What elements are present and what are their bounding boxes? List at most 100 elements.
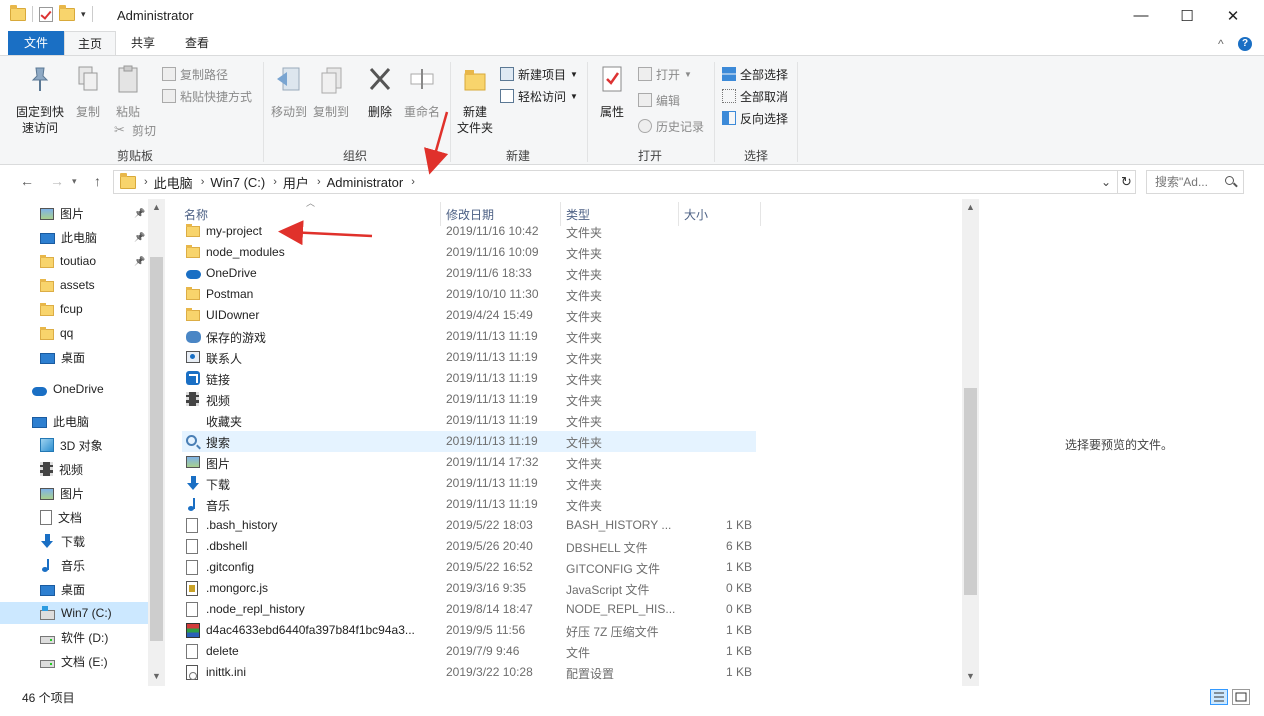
easy-access-button[interactable]: 轻松访问 ▼ bbox=[500, 86, 578, 106]
file-row[interactable]: 链接 2019/11/13 11:19 文件夹 bbox=[182, 368, 756, 389]
nav-pane-scrollbar[interactable]: ▲ ▼ bbox=[148, 199, 165, 686]
nav-item[interactable]: qq bbox=[0, 322, 148, 344]
scroll-down-icon[interactable]: ▼ bbox=[962, 671, 979, 681]
select-none-button[interactable]: 全部取消 bbox=[722, 86, 788, 106]
file-row[interactable]: Postman 2019/10/10 11:30 文件夹 bbox=[182, 284, 756, 305]
properties-icon[interactable] bbox=[39, 6, 53, 22]
maximize-button[interactable]: ☐ bbox=[1164, 0, 1210, 31]
details-view-button[interactable] bbox=[1210, 689, 1228, 705]
breadcrumb-separator[interactable]: › bbox=[317, 176, 321, 188]
pin-quick-access-button[interactable]: 固定到快 速访问 bbox=[12, 64, 68, 136]
breadcrumb-c-drive[interactable]: Win7 (C:) bbox=[210, 175, 265, 190]
scrollbar-thumb[interactable] bbox=[150, 257, 163, 641]
file-row[interactable]: 音乐 2019/11/13 11:19 文件夹 bbox=[182, 494, 756, 515]
nav-item[interactable]: 软件 (D:) bbox=[0, 626, 148, 648]
history-button[interactable]: 历史记录 bbox=[638, 116, 704, 136]
nav-item[interactable]: toutiao 📌 bbox=[0, 250, 148, 272]
breadcrumb-separator[interactable]: › bbox=[273, 176, 277, 188]
file-row[interactable]: 联系人 2019/11/13 11:19 文件夹 bbox=[182, 347, 756, 368]
new-folder-icon[interactable] bbox=[59, 4, 75, 21]
file-row[interactable]: .gitconfig 2019/5/22 16:52 GITCONFIG 文件 1 K… bbox=[182, 557, 756, 578]
file-row[interactable]: 图片 2019/11/14 17:32 文件夹 bbox=[182, 452, 756, 473]
back-button[interactable]: ← bbox=[20, 173, 34, 189]
breadcrumb-separator[interactable]: › bbox=[201, 176, 205, 188]
breadcrumb-separator[interactable]: › bbox=[411, 176, 415, 188]
file-row[interactable]: inittk.ini 2019/3/22 10:28 配置设置 1 KB bbox=[182, 662, 756, 683]
pin-icon[interactable]: 📌 bbox=[134, 256, 145, 267]
refresh-button[interactable]: ↻ bbox=[1118, 170, 1136, 194]
file-row[interactable]: 搜索 2019/11/13 11:19 文件夹 bbox=[182, 431, 756, 452]
copy-to-button[interactable]: 复制到 bbox=[310, 64, 352, 120]
copy-button[interactable]: 复制 bbox=[72, 64, 104, 120]
breadcrumb-users[interactable]: 用户 bbox=[283, 173, 309, 192]
tab-share[interactable]: 共享 bbox=[120, 31, 166, 55]
nav-item[interactable]: 图片 📌 bbox=[0, 202, 148, 224]
file-row[interactable]: d4ac4633ebd6440fa397b84f1bc94a3... 2019/9… bbox=[182, 620, 756, 641]
file-row[interactable]: .bash_history 2019/5/22 18:03 BASH_HISTORY… bbox=[182, 515, 756, 536]
customize-qat-icon[interactable]: ▾ bbox=[81, 9, 86, 20]
pin-icon[interactable]: 📌 bbox=[134, 232, 145, 243]
minimize-button[interactable]: — bbox=[1118, 0, 1164, 31]
nav-item[interactable]: fcup bbox=[0, 298, 148, 320]
nav-item[interactable]: 此电脑 📌 bbox=[0, 226, 148, 248]
nav-item[interactable]: 音乐 bbox=[0, 554, 148, 576]
tab-view[interactable]: 查看 bbox=[174, 31, 220, 55]
address-dropdown-icon[interactable]: ⌄ bbox=[1101, 175, 1111, 189]
nav-item[interactable]: 3D 对象 bbox=[0, 434, 148, 456]
nav-item[interactable]: Win7 (C:) bbox=[0, 602, 148, 624]
address-bar[interactable]: › 此电脑 › Win7 (C:) › 用户 › Administrator ›… bbox=[113, 170, 1118, 194]
rename-button[interactable]: 重命名 bbox=[402, 64, 442, 120]
new-folder-button[interactable]: 新建 文件夹 bbox=[454, 64, 496, 136]
new-item-button[interactable]: 新建项目 ▼ bbox=[500, 64, 578, 84]
up-button[interactable]: ↑ bbox=[94, 173, 101, 189]
breadcrumb-this-pc[interactable]: 此电脑 bbox=[154, 173, 193, 192]
recent-locations-icon[interactable]: ▾ bbox=[72, 176, 77, 187]
scroll-up-icon[interactable]: ▲ bbox=[962, 202, 979, 212]
file-row[interactable]: .dbshell 2019/5/26 20:40 DBSHELL 文件 6 KB bbox=[182, 536, 756, 557]
tab-file[interactable]: 文件 bbox=[8, 31, 64, 55]
nav-item[interactable]: 文档 bbox=[0, 506, 148, 528]
file-row[interactable]: .mongorc.js 2019/3/16 9:35 JavaScript 文件 0 … bbox=[182, 578, 756, 599]
breadcrumb-administrator[interactable]: Administrator bbox=[327, 175, 404, 190]
nav-item[interactable]: 下载 bbox=[0, 530, 148, 552]
file-row[interactable]: OneDrive 2019/11/6 18:33 文件夹 bbox=[182, 263, 756, 284]
nav-item[interactable]: 图片 bbox=[0, 482, 148, 504]
nav-item[interactable]: OneDrive bbox=[0, 378, 148, 400]
file-row[interactable]: my-project 2019/11/16 10:42 文件夹 bbox=[182, 221, 756, 242]
pin-icon[interactable]: 📌 bbox=[134, 208, 145, 219]
delete-button[interactable]: 删除 bbox=[362, 64, 398, 120]
properties-button[interactable]: 属性 bbox=[594, 64, 630, 120]
breadcrumb-separator[interactable]: › bbox=[144, 176, 148, 188]
copy-path-button[interactable]: 复制路径 bbox=[162, 64, 228, 84]
file-row[interactable]: 收藏夹 2019/11/13 11:19 文件夹 bbox=[182, 410, 756, 431]
file-row[interactable]: 下载 2019/11/13 11:19 文件夹 bbox=[182, 473, 756, 494]
file-row[interactable]: .node_repl_history 2019/8/14 18:47 NODE_RE… bbox=[182, 599, 756, 620]
nav-item[interactable]: 视频 bbox=[0, 458, 148, 480]
nav-item[interactable]: 桌面 bbox=[0, 346, 148, 368]
scroll-up-icon[interactable]: ▲ bbox=[148, 202, 165, 212]
file-row[interactable]: delete 2019/7/9 9:46 文件 1 KB bbox=[182, 641, 756, 662]
scrollbar-thumb[interactable] bbox=[964, 388, 977, 595]
cut-button[interactable]: ✂ 剪切 bbox=[114, 120, 156, 140]
large-icons-view-button[interactable] bbox=[1232, 689, 1250, 705]
paste-shortcut-button[interactable]: 粘贴快捷方式 bbox=[162, 86, 252, 106]
divider[interactable] bbox=[760, 202, 761, 226]
nav-item[interactable]: 此电脑 bbox=[0, 410, 148, 432]
file-list-scrollbar[interactable]: ▲ ▼ bbox=[962, 199, 979, 686]
nav-item[interactable]: 桌面 bbox=[0, 578, 148, 600]
forward-button[interactable]: → bbox=[50, 173, 64, 189]
close-button[interactable]: ✕ bbox=[1210, 0, 1256, 31]
help-icon[interactable]: ? bbox=[1238, 37, 1252, 51]
collapse-ribbon-icon[interactable]: ^ bbox=[1218, 37, 1224, 51]
file-row[interactable]: UIDowner 2019/4/24 15:49 文件夹 bbox=[182, 305, 756, 326]
file-row[interactable]: 视频 2019/11/13 11:19 文件夹 bbox=[182, 389, 756, 410]
paste-button[interactable]: 粘贴 bbox=[112, 64, 144, 120]
select-all-button[interactable]: 全部选择 bbox=[722, 64, 788, 84]
tab-home[interactable]: 主页 bbox=[64, 31, 116, 55]
open-button[interactable]: 打开 ▼ bbox=[638, 64, 692, 84]
move-to-button[interactable]: 移动到 bbox=[268, 64, 310, 120]
file-row[interactable]: node_modules 2019/11/16 10:09 文件夹 bbox=[182, 242, 756, 263]
nav-item[interactable]: assets bbox=[0, 274, 148, 296]
nav-item[interactable]: 文档 (E:) bbox=[0, 650, 148, 672]
file-row[interactable]: 保存的游戏 2019/11/13 11:19 文件夹 bbox=[182, 326, 756, 347]
